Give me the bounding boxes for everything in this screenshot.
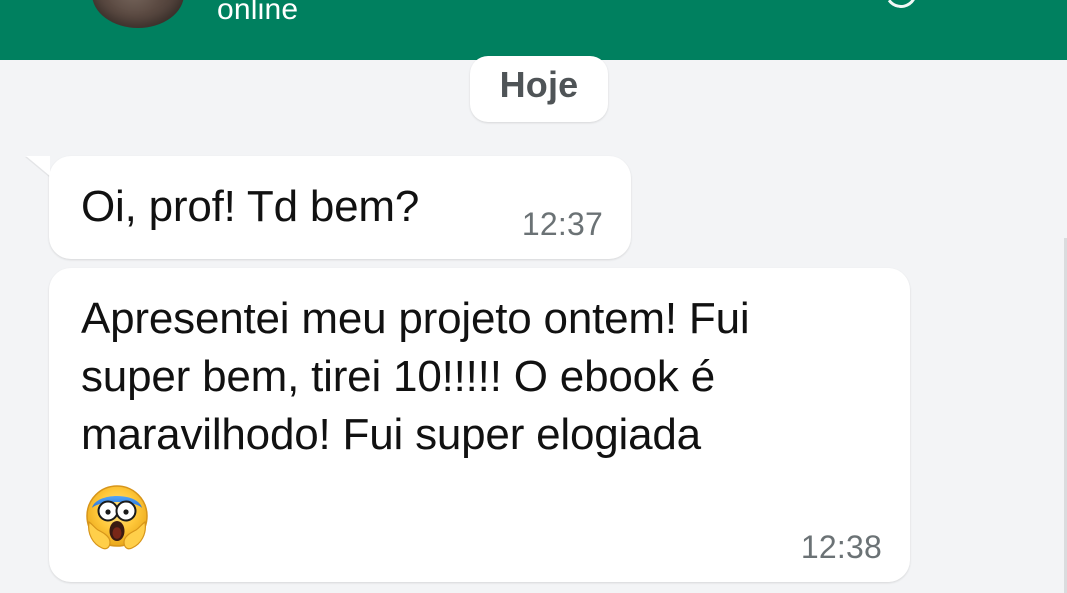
message-bubble-incoming[interactable]: Oi, prof! Td bem? 12:37 bbox=[49, 156, 631, 259]
screaming-face-emoji bbox=[86, 485, 148, 550]
message-text: Oi, prof! Td bem? bbox=[81, 182, 420, 231]
message-time: 12:37 bbox=[521, 206, 603, 242]
contact-avatar[interactable] bbox=[92, 0, 184, 28]
date-label: Hoje bbox=[499, 64, 579, 105]
header-action-icon[interactable] bbox=[882, 0, 920, 11]
date-separator: Hoje bbox=[470, 56, 608, 122]
message-bubble-incoming[interactable]: Apresentei meu projeto ontem! Fui super … bbox=[49, 268, 910, 582]
chat-header: online bbox=[0, 0, 1067, 60]
contact-status: online bbox=[217, 0, 299, 26]
message-text: Apresentei meu projeto ontem! Fui super … bbox=[81, 294, 750, 459]
message-time: 12:38 bbox=[800, 529, 882, 565]
